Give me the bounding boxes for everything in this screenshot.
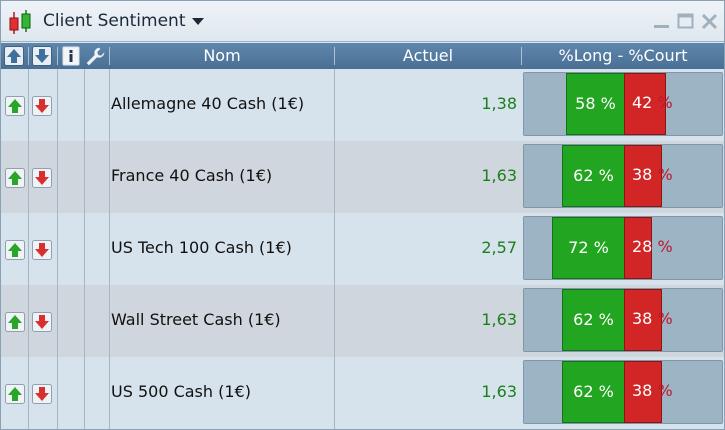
sell-arrow-icon[interactable] (32, 384, 52, 404)
grid-line (334, 69, 335, 429)
column-header-sentiment[interactable]: %Long - %Court (522, 43, 724, 69)
instrument-name: Allemagne 40 Cash (1€) (111, 94, 305, 113)
instrument-name: France 40 Cash (1€) (111, 166, 273, 185)
long-percent: 58 % (575, 94, 616, 113)
sentiment-bar: 58 % 42 % (523, 72, 723, 136)
long-percent: 62 % (573, 310, 614, 329)
sort-down-icon[interactable] (32, 46, 52, 66)
long-percent: 72 % (568, 238, 609, 257)
sell-arrow-icon[interactable] (32, 96, 52, 116)
column-header-row: Nom Actuel %Long - %Court (1, 43, 724, 69)
long-bar: 62 % (562, 289, 625, 351)
info-icon[interactable] (61, 46, 81, 66)
current-value: 1,63 (481, 310, 517, 329)
long-percent: 62 % (573, 166, 614, 185)
window-title-dropdown[interactable]: Client Sentiment (43, 11, 204, 31)
column-header-current[interactable]: Actuel (335, 43, 521, 69)
candlestick-icon (9, 10, 31, 34)
sell-arrow-icon[interactable] (32, 312, 52, 332)
current-value: 1,38 (481, 94, 517, 113)
short-percent: 38 % (632, 165, 673, 184)
short-percent: 28 % (632, 237, 673, 256)
header-separator (28, 47, 29, 65)
sentiment-bar: 72 % 28 % (523, 216, 723, 280)
sentiment-bar: 62 % 38 % (523, 144, 723, 208)
short-percent: 38 % (632, 381, 673, 400)
instrument-name: US 500 Cash (1€) (111, 382, 251, 401)
buy-arrow-icon[interactable] (5, 384, 25, 404)
header-separator (57, 47, 58, 65)
minimize-icon[interactable] (653, 12, 670, 30)
current-value: 2,57 (481, 238, 517, 257)
buy-arrow-icon[interactable] (5, 312, 25, 332)
short-percent: 38 % (632, 309, 673, 328)
caret-down-icon (191, 17, 204, 25)
instrument-name: US Tech 100 Cash (1€) (111, 238, 292, 257)
buy-arrow-icon[interactable] (5, 240, 25, 260)
grid-line (109, 69, 110, 429)
sort-up-icon[interactable] (4, 46, 24, 66)
sentiment-bar: 62 % 38 % (523, 360, 723, 424)
grid-line (84, 69, 85, 429)
current-value: 1,63 (481, 166, 517, 185)
long-bar: 58 % (566, 73, 625, 135)
long-bar: 62 % (562, 145, 625, 207)
grid-line (28, 69, 29, 429)
long-percent: 62 % (573, 382, 614, 401)
long-bar: 72 % (552, 217, 625, 279)
maximize-icon[interactable] (677, 12, 694, 30)
wrench-icon[interactable] (85, 46, 105, 66)
close-icon[interactable] (701, 12, 718, 30)
short-percent: 42 % (632, 93, 673, 112)
title-bar[interactable]: Client Sentiment (1, 1, 724, 42)
window-title: Client Sentiment (43, 11, 186, 31)
instrument-name: Wall Street Cash (1€) (111, 310, 281, 329)
buy-arrow-icon[interactable] (5, 168, 25, 188)
long-bar: 62 % (562, 361, 625, 423)
sentiment-bar: 62 % 38 % (523, 288, 723, 352)
column-header-name[interactable]: Nom (110, 43, 334, 69)
current-value: 1,63 (481, 382, 517, 401)
sell-arrow-icon[interactable] (32, 168, 52, 188)
client-sentiment-window: Client Sentiment Nom Actuel %Long - %Cou… (0, 0, 725, 430)
grid-line (57, 69, 58, 429)
sell-arrow-icon[interactable] (32, 240, 52, 260)
buy-arrow-icon[interactable] (5, 96, 25, 116)
